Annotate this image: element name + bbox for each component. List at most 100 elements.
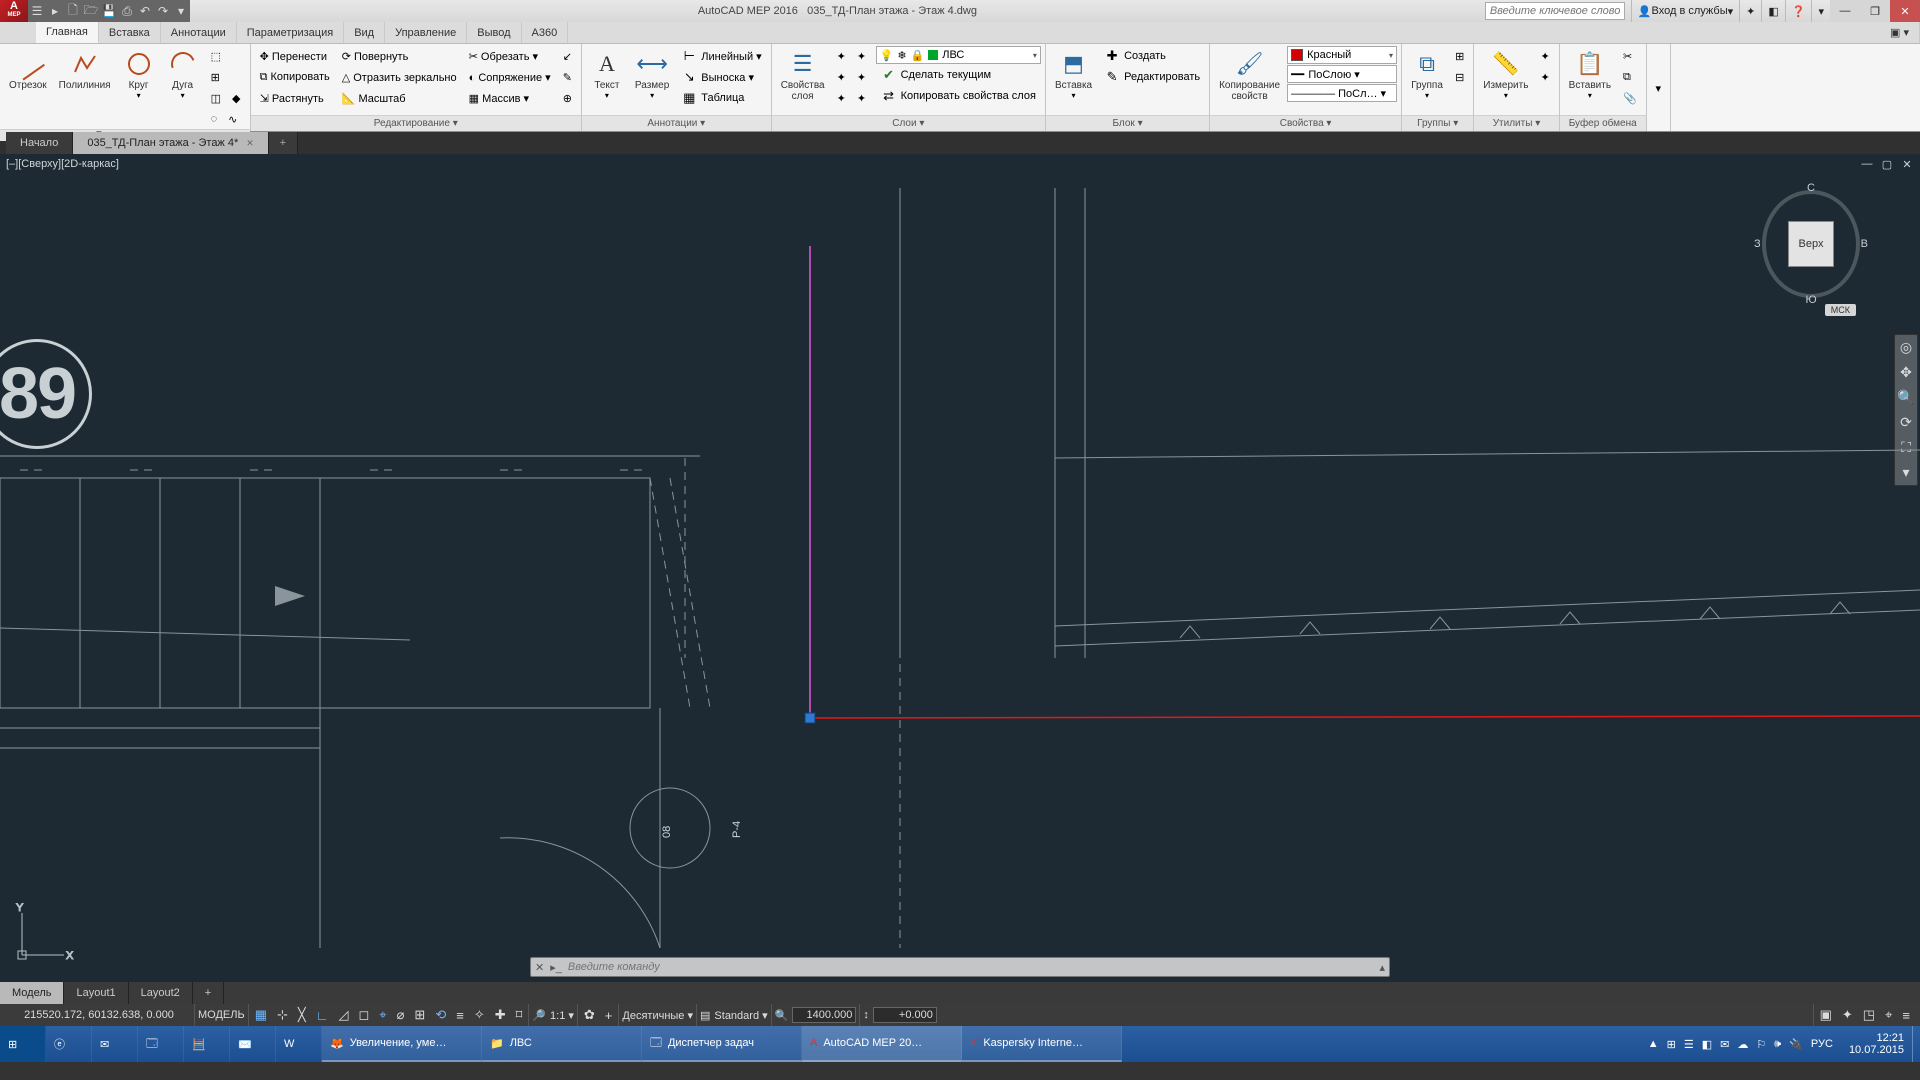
taskbar-app-firefox[interactable]: 🦊Увеличение, уме…: [322, 1026, 482, 1062]
layer-tool-icon[interactable]: ✦: [832, 88, 851, 108]
system-tray[interactable]: ▲ ⊞ ☰ ◧ ✉ ☁ ⚐ 🕪 🔌 РУС: [1640, 1026, 1841, 1062]
sign-in-button[interactable]: 👤 Вход в службы ▾: [1631, 0, 1739, 22]
zoom-field[interactable]: [792, 1007, 856, 1023]
window-restore-button[interactable]: ❐: [1860, 0, 1890, 22]
drawing-canvas[interactable]: 08 Р-4: [0, 154, 1920, 982]
layer-combo[interactable]: 💡❄🔒ЛВС▾: [876, 46, 1041, 64]
status-tail-icon[interactable]: ✦: [1839, 1007, 1856, 1023]
fillet-button[interactable]: ◐ Сопряжение ▾: [464, 67, 556, 87]
show-desktop-button[interactable]: [1912, 1026, 1920, 1062]
qat-redo-icon[interactable]: ↷: [154, 1, 172, 21]
taskbar-clock[interactable]: 12:2110.07.2015: [1841, 1026, 1912, 1062]
qat-save-icon[interactable]: 💾: [100, 1, 118, 21]
table-button[interactable]: ▦Таблица: [676, 88, 766, 108]
panel-title-props[interactable]: Свойства ▾: [1210, 115, 1401, 131]
panel-title-layers[interactable]: Слои ▾: [772, 115, 1045, 131]
array-button[interactable]: ▦ Массив ▾: [464, 88, 556, 108]
qat-menu-icon[interactable]: ☰: [28, 1, 46, 21]
tab-output[interactable]: Вывод: [467, 22, 521, 43]
status-trans-icon[interactable]: ✧: [471, 1007, 488, 1023]
layer-tool-icon[interactable]: ✦: [832, 67, 851, 87]
start-button[interactable]: ⊞: [0, 1026, 46, 1062]
tab-a360[interactable]: A360: [522, 22, 569, 43]
measure-button[interactable]: 📏Измерить▾: [1478, 46, 1533, 103]
app-menu-button[interactable]: AMEP: [0, 0, 28, 22]
tab-parametric[interactable]: Параметризация: [237, 22, 344, 43]
taskbar-calc-icon[interactable]: 🧮: [184, 1026, 230, 1062]
qat-print-icon[interactable]: ⎙: [118, 1, 136, 21]
leader-button[interactable]: ↘Выноска ▾: [676, 67, 766, 87]
group-button[interactable]: ⧉Группа▾: [1406, 46, 1448, 103]
match-layer-button[interactable]: ⇄Копировать свойства слоя: [876, 86, 1041, 106]
taskbar-app-taskmgr[interactable]: 🗔Диспетчер задач: [642, 1026, 802, 1062]
panel-title-utils[interactable]: Утилиты ▾: [1474, 115, 1558, 131]
match-props-button[interactable]: 🖌Копирование свойств: [1214, 46, 1285, 105]
tab-insert[interactable]: Вставка: [99, 22, 161, 43]
qat-undo-icon[interactable]: ↶: [136, 1, 154, 21]
layout-tab-add[interactable]: +: [193, 982, 224, 1004]
draw-grid-icon[interactable]: ⬚: [206, 46, 226, 66]
layer-tool-icon[interactable]: ✦: [832, 46, 851, 66]
move-button[interactable]: ✥ Перенести: [255, 46, 335, 66]
polyline-button[interactable]: Полилиния: [54, 46, 116, 94]
layer-tool-icon[interactable]: ✦: [852, 46, 871, 66]
layout-tab-layout1[interactable]: Layout1: [64, 982, 128, 1004]
taskbar-explorer-icon[interactable]: 🗔: [138, 1026, 184, 1062]
status-cycle-icon[interactable]: ✚: [492, 1007, 509, 1023]
tab-annotate[interactable]: Аннотации: [161, 22, 237, 43]
mirror-button[interactable]: △ Отразить зеркально: [337, 67, 462, 87]
stretch-button[interactable]: ⇲ Растянуть: [255, 88, 335, 108]
qat-arrow-icon[interactable]: ▸: [46, 1, 64, 21]
group-tool-icon[interactable]: ⊞: [1450, 46, 1469, 66]
draw-grid-icon[interactable]: ⊞: [206, 67, 225, 87]
status-dyn-icon[interactable]: ⟲: [432, 1007, 449, 1023]
taskbar-ie-icon[interactable]: ⓔ: [46, 1026, 92, 1062]
circle-button[interactable]: Круг▾: [118, 46, 160, 103]
status-polar-icon[interactable]: ◿: [335, 1007, 351, 1023]
linetype-combo[interactable]: ———— ПоСл… ▾: [1287, 84, 1397, 102]
status-otrack-icon[interactable]: ⊞: [411, 1007, 428, 1023]
tab-home[interactable]: Главная: [36, 22, 99, 43]
status-tail-icon[interactable]: ◳: [1860, 1007, 1878, 1023]
taskbar-mail-icon[interactable]: ✉: [92, 1026, 138, 1062]
taskbar-app-kaspersky[interactable]: KKaspersky Interne…: [962, 1026, 1122, 1062]
clip-icon[interactable]: 📎: [1618, 88, 1642, 108]
linear-dim-button[interactable]: ⊢Линейный ▾: [676, 46, 766, 66]
modify-ext-icon[interactable]: ✎: [558, 67, 577, 87]
layer-tool-icon[interactable]: ✦: [852, 88, 871, 108]
window-close-button[interactable]: ✕: [1890, 0, 1920, 22]
status-tail-icon[interactable]: ▣: [1817, 1007, 1835, 1023]
scale-button[interactable]: 📐 Масштаб: [337, 88, 462, 108]
lineweight-combo[interactable]: ━━ПоСлою ▾: [1287, 65, 1397, 83]
taskbar-app-autocad[interactable]: AAutoCAD MEP 20…: [802, 1026, 962, 1062]
paste-button[interactable]: 📋Вставить▾: [1564, 46, 1616, 103]
layout-tab-layout2[interactable]: Layout2: [129, 982, 193, 1004]
draw-grid-icon[interactable]: ∿: [223, 109, 242, 129]
help-icon[interactable]: ❓: [1785, 0, 1812, 22]
status-units[interactable]: Десятичные ▾: [618, 1004, 696, 1026]
exchange-icon[interactable]: ✦: [1739, 0, 1761, 22]
status-space-button[interactable]: МОДЕЛЬ: [194, 1004, 248, 1026]
status-tail-icon[interactable]: ⌖: [1882, 1007, 1895, 1023]
draw-grid-icon[interactable]: ◫: [206, 88, 226, 108]
window-minimize-button[interactable]: —: [1830, 0, 1860, 22]
doc-tab-add[interactable]: +: [269, 132, 298, 154]
a360-icon[interactable]: ◧: [1761, 0, 1784, 22]
cmd-close-icon[interactable]: ✕: [535, 961, 544, 974]
status-lw-icon[interactable]: ≡: [453, 1008, 467, 1023]
gear-icon[interactable]: ✿: [581, 1007, 598, 1023]
status-osnap-icon[interactable]: ⌖: [376, 1007, 389, 1023]
cut-icon[interactable]: ✂: [1618, 46, 1642, 66]
arc-button[interactable]: Дуга▾: [162, 46, 204, 103]
status-annoscale[interactable]: 🔎1:1 ▾: [528, 1004, 577, 1026]
qat-open-icon[interactable]: 🗁: [82, 1, 100, 21]
tray-icon[interactable]: ◧: [1702, 1038, 1712, 1051]
trim-button[interactable]: ✂ Обрезать ▾: [464, 46, 556, 66]
elev-field[interactable]: [873, 1007, 937, 1023]
status-qc-icon[interactable]: ⌑: [513, 1007, 526, 1023]
tray-icon[interactable]: ☁: [1737, 1038, 1748, 1051]
layer-tool-icon[interactable]: ✦: [852, 67, 871, 87]
text-button[interactable]: AТекст▾: [586, 46, 628, 103]
tab-manage[interactable]: Управление: [385, 22, 467, 43]
copy-icon[interactable]: ⧉: [1618, 67, 1642, 87]
